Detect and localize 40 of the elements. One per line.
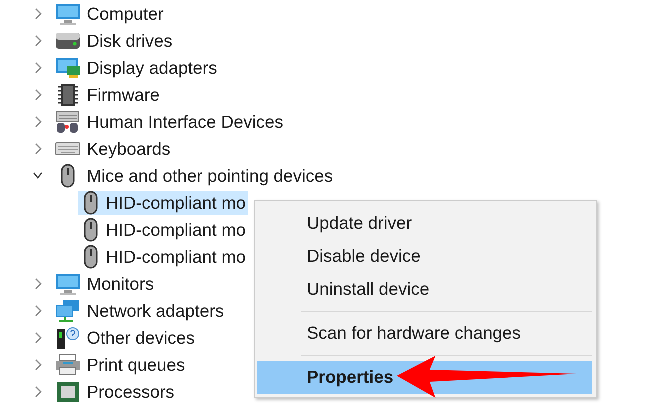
tree-item[interactable]: Computer — [87, 2, 164, 26]
expand-chevron-icon[interactable] — [33, 88, 43, 100]
keyboard-mouse-icon — [55, 110, 81, 134]
menu-item[interactable]: Disable device — [257, 240, 592, 273]
tree-item[interactable]: Keyboards — [87, 136, 171, 160]
monitor-icon — [55, 272, 81, 296]
expand-chevron-icon[interactable] — [33, 386, 43, 398]
selected-tree-item[interactable]: HID-compliant mo — [78, 190, 248, 214]
monitor-icon — [55, 2, 81, 26]
tree-item[interactable]: Network adapters — [87, 298, 224, 322]
expand-chevron-icon[interactable] — [33, 358, 43, 370]
tree-item[interactable]: Display adapters — [87, 56, 218, 80]
expand-chevron-icon[interactable] — [33, 332, 43, 344]
expand-chevron-icon[interactable] — [33, 34, 43, 46]
chip-icon — [55, 82, 81, 106]
expand-chevron-icon[interactable] — [33, 142, 43, 154]
menu-item[interactable]: Uninstall device — [257, 273, 592, 306]
expand-chevron-icon[interactable] — [33, 62, 43, 74]
menu-item[interactable]: Scan for hardware changes — [257, 317, 592, 350]
tree-item[interactable]: Disk drives — [87, 28, 173, 52]
tree-item[interactable]: Mice and other pointing devices — [87, 164, 334, 188]
tree-item[interactable]: Firmware — [87, 82, 160, 106]
tree-item[interactable]: Other devices — [87, 326, 195, 350]
tree-item[interactable]: Processors — [87, 380, 175, 404]
menu-item[interactable]: Update driver — [257, 207, 592, 240]
printer-icon — [55, 352, 81, 376]
tree-item[interactable]: HID-compliant mo — [106, 244, 246, 268]
network-icon — [55, 298, 81, 322]
expand-chevron-icon[interactable] — [33, 8, 43, 20]
device-question-icon — [55, 326, 81, 350]
tree-item[interactable]: Monitors — [87, 272, 154, 296]
expand-chevron-icon[interactable] — [33, 278, 43, 290]
tree-item[interactable]: Human Interface Devices — [87, 110, 284, 134]
tree-item[interactable]: Print queues — [87, 352, 186, 376]
processor-icon — [55, 380, 81, 404]
tree-item[interactable]: HID-compliant mo — [106, 218, 246, 242]
expand-chevron-icon[interactable] — [33, 304, 43, 316]
expand-chevron-icon[interactable] — [33, 116, 43, 128]
tree-item[interactable]: HID-compliant mo — [106, 190, 246, 214]
display-adapter-icon — [55, 56, 81, 80]
